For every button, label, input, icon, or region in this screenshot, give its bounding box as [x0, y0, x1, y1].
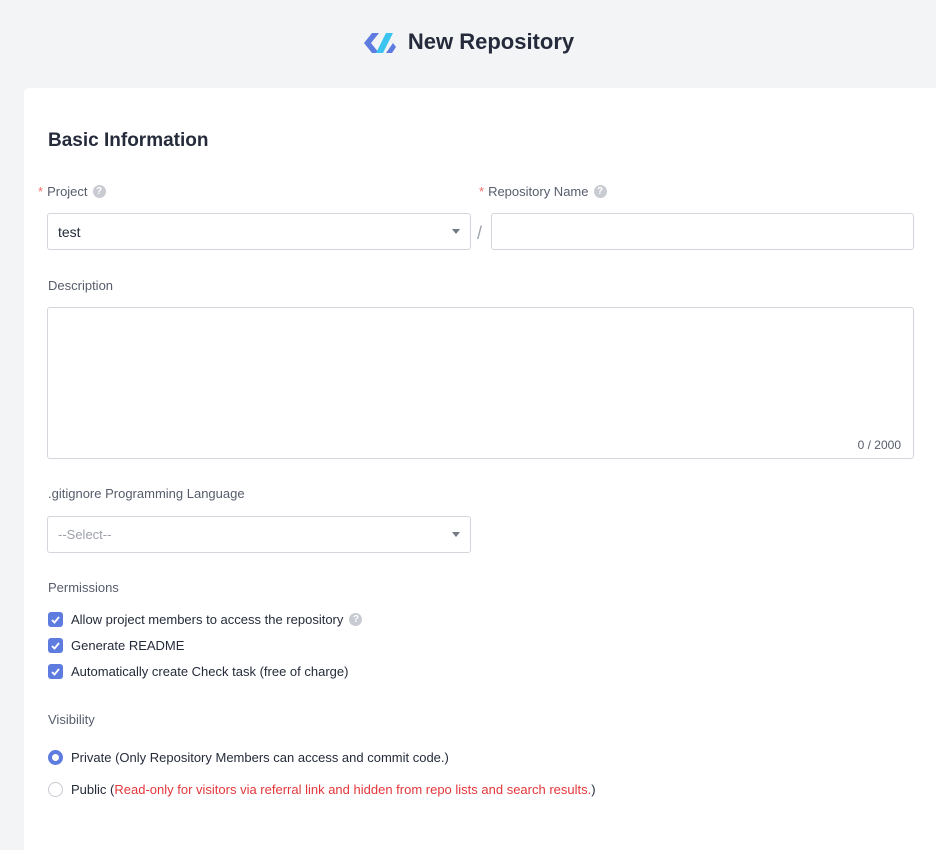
page-header: New Repository	[0, 0, 936, 90]
permission-generate-readme[interactable]: Generate README	[48, 638, 184, 653]
visibility-public-option[interactable]: Public (Read-only for visitors via refer…	[48, 782, 596, 797]
project-label: * Project ?	[38, 184, 106, 199]
project-select[interactable]: test	[47, 213, 471, 250]
help-icon[interactable]: ?	[349, 613, 363, 626]
radio-selected-icon[interactable]	[48, 750, 63, 765]
section-title: Basic Information	[48, 130, 209, 151]
visibility-public-note: Read-only for visitors via referral link…	[114, 782, 592, 797]
description-textarea[interactable]: 0 / 2000	[47, 307, 914, 459]
visibility-public-suffix: )	[591, 782, 596, 797]
checkbox-checked-icon[interactable]	[48, 664, 63, 679]
visibility-public-label: Public (Read-only for visitors via refer…	[71, 782, 596, 797]
permission-label: Generate README	[71, 638, 185, 653]
visibility-private-label: Private (Only Repository Members can acc…	[71, 750, 449, 765]
checkbox-checked-icon[interactable]	[48, 612, 63, 627]
radio-unselected-icon[interactable]	[48, 782, 63, 797]
gitignore-select[interactable]: --Select--	[47, 516, 471, 553]
required-mark: *	[38, 184, 44, 199]
permissions-label: Permissions	[48, 580, 119, 595]
checkbox-checked-icon[interactable]	[48, 638, 63, 653]
gitignore-select-placeholder: --Select--	[58, 527, 112, 542]
page-title: New Repository	[407, 29, 575, 54]
project-select-value: test	[58, 223, 81, 240]
description-label: Description	[48, 278, 114, 293]
visibility-label: Visibility	[48, 712, 95, 727]
permission-label: Automatically create Check task (free of…	[71, 664, 349, 679]
help-icon[interactable]: ?	[92, 185, 106, 198]
required-mark: *	[479, 184, 485, 199]
path-separator: /	[477, 223, 483, 243]
permission-check-task[interactable]: Automatically create Check task (free of…	[48, 664, 348, 679]
character-counter: 0 / 2000	[857, 438, 901, 452]
permission-label: Allow project members to access the repo…	[71, 612, 344, 627]
devcloud-logo-icon	[363, 33, 396, 53]
form-card: Basic Information * Project ? test / * R…	[24, 88, 936, 850]
permission-allow-members[interactable]: Allow project members to access the repo…	[48, 612, 363, 627]
project-label-text: Project	[47, 184, 88, 199]
repository-name-label-text: Repository Name	[488, 184, 589, 199]
visibility-private-option[interactable]: Private (Only Repository Members can acc…	[48, 750, 449, 765]
help-icon[interactable]: ?	[593, 185, 607, 198]
repository-name-label: * Repository Name ?	[479, 184, 607, 199]
visibility-public-prefix: Public (	[71, 782, 115, 797]
repository-name-input[interactable]	[491, 213, 914, 250]
chevron-down-icon	[452, 532, 460, 537]
gitignore-label: .gitignore Programming Language	[48, 486, 245, 501]
chevron-down-icon	[452, 229, 460, 234]
